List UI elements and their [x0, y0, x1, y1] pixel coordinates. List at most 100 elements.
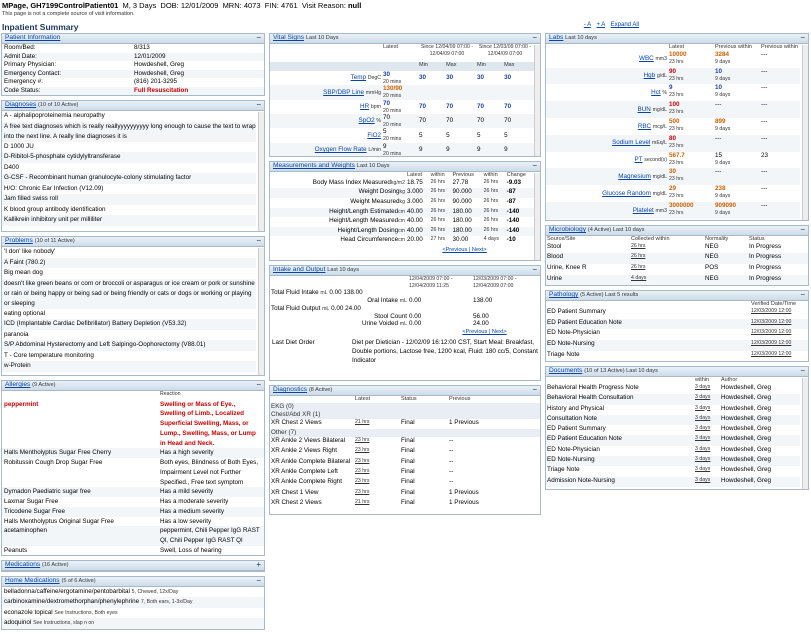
home-med-item[interactable]: carbinoxamine/dextromethorphan/phenyleph… [2, 597, 264, 608]
lab-name-link[interactable]: Sodium Level [612, 139, 650, 146]
section-title[interactable]: Patient Information [5, 34, 60, 41]
micro-collected[interactable]: 26 hrs [630, 243, 704, 254]
section-title[interactable]: Vital Signs [273, 34, 304, 41]
home-med-item[interactable]: econazole topical See Instructions, Both… [2, 608, 264, 618]
pathology-row[interactable]: ED Patient Education Note 12/03/2009 12:0… [546, 318, 808, 330]
lab-name-link[interactable]: Magnesium [618, 173, 651, 180]
diagnostic-latest[interactable]: 23 hrs [354, 437, 400, 447]
collapse-icon[interactable]: − [532, 34, 537, 43]
section-title[interactable]: Pathology [549, 291, 578, 298]
diagnostic-latest[interactable]: 23 hrs [354, 468, 400, 478]
patient-info-header[interactable]: Patient Information − [2, 34, 264, 44]
collapse-icon[interactable]: − [256, 381, 261, 390]
vital-name-link[interactable]: HR [360, 103, 369, 110]
document-within[interactable]: 3 days [694, 477, 720, 487]
section-title[interactable]: Diagnostics [273, 386, 307, 393]
document-row[interactable]: ED Patient Summary 3 days Howdeshell, Greg [546, 425, 800, 435]
diagnosis-item[interactable]: D 1000 JU [2, 142, 256, 153]
allergy-row[interactable]: peppermint Swelling or Mass of Eye., Swel… [2, 400, 264, 449]
micro-collected[interactable]: 26 hrs [630, 253, 704, 264]
lab-name-link[interactable]: Hgb [644, 72, 656, 79]
collapse-icon[interactable]: − [256, 34, 261, 43]
expand-icon[interactable]: + [256, 561, 261, 570]
diagnosis-item[interactable]: A - alphalipoproteinemia neuropathy [2, 111, 256, 122]
scrollbar[interactable] [802, 45, 808, 220]
problem-item[interactable]: Big mean dog [2, 268, 256, 279]
diagnosis-item[interactable]: Jam filled swiss roll [2, 194, 256, 205]
micro-collected[interactable]: 26 hrs [630, 264, 704, 275]
pathology-row[interactable]: Triage Note 12/03/2009 12:00 [546, 351, 808, 362]
expand-all-link[interactable]: Expand All [611, 22, 639, 28]
vital-name-link[interactable]: FiO2 [367, 132, 381, 139]
section-title[interactable]: Allergies [5, 381, 30, 388]
diagnostic-latest[interactable]: 21 hrs [354, 419, 400, 429]
collapse-icon[interactable]: − [800, 34, 805, 43]
micro-row[interactable]: Blood 26 hrs NEG In Progress [546, 253, 808, 265]
diagnosis-item[interactable]: D400 [2, 163, 256, 174]
problem-item[interactable]: 'I don' like nobody' [2, 247, 256, 258]
diagnostic-latest[interactable]: 23 hrs [354, 458, 400, 468]
section-title[interactable]: Intake and Output [273, 266, 325, 273]
microbiology-header[interactable]: Microbiology (4 Active) Last 10 days − [546, 226, 808, 236]
diagnostic-group[interactable]: Other (7) [270, 428, 540, 437]
document-within[interactable]: 3 days [694, 435, 720, 445]
allergies-header[interactable]: Allergies (9 Active) − [2, 381, 264, 391]
vital-name-link[interactable]: SpO2 [359, 117, 375, 124]
diagnoses-header[interactable]: Diagnoses (10 of 10 Active) − [2, 101, 264, 111]
pathology-date[interactable]: 12/03/2009 12:00 [750, 329, 808, 340]
vital-name-link[interactable]: Temp [351, 74, 366, 81]
allergy-row[interactable]: Halls Mentholyptus Original Sugar Free Ha… [2, 517, 264, 527]
collapse-icon[interactable]: − [256, 577, 261, 586]
document-row[interactable]: Triage Note 3 days Howdeshell, Greg [546, 466, 800, 476]
lab-name-link[interactable]: Platelet [633, 207, 654, 214]
lab-name-link[interactable]: RBC [638, 123, 651, 130]
lab-name-link[interactable]: Glucose Random [602, 190, 651, 197]
section-title[interactable]: Labs [549, 34, 563, 41]
pathology-row[interactable]: ED Note-Nursing 12/03/2009 12:00 [546, 339, 808, 351]
diagnostic-row[interactable]: XR Ankle Complete Right 23 hrs Final -- [270, 478, 540, 488]
micro-collected[interactable]: 4 days [630, 275, 704, 286]
document-row[interactable]: ED Patient Education Note 3 days Howdeshel… [546, 435, 800, 446]
lab-name-link[interactable]: WBC [639, 55, 654, 62]
documents-header[interactable]: Documents (10 of 13 Active) Last 10 days… [546, 367, 808, 378]
diagnostic-latest[interactable]: 23 hrs [354, 447, 400, 457]
pathology-header[interactable]: Pathology (5 Active) Last 5 results − [546, 291, 808, 302]
problem-item[interactable]: S/P Abdominal Hysterectomy and Left Salp… [2, 340, 256, 351]
lab-name-link[interactable]: BUN [638, 106, 651, 113]
allergy-row[interactable]: acetaminophen peppermint, Chili Pepper Ig… [2, 526, 264, 546]
diagnostic-row[interactable]: XR Ankle 2 Views Right 23 hrs Final -- [270, 447, 540, 457]
allergy-row[interactable]: Dymadon Paediatric sugar free Has a mild … [2, 487, 264, 497]
scrollbar[interactable] [534, 45, 540, 156]
collapse-icon[interactable]: − [532, 386, 537, 395]
diagnostic-row[interactable]: XR Ankle Complete Bilateral 23 hrs Final -- [270, 458, 540, 468]
collapse-icon[interactable]: − [256, 237, 261, 246]
diagnostic-row[interactable]: XR Ankle Complete Left 23 hrs Final -- [270, 468, 540, 478]
collapse-icon[interactable]: − [800, 367, 805, 376]
diagnostic-latest[interactable]: 21 hrs [354, 499, 400, 509]
medications-header[interactable]: Medications (16 Active) + [2, 561, 264, 571]
document-within[interactable]: 3 days [694, 415, 720, 425]
home-med-item[interactable]: adoquinol See Instructions, slap n on [2, 618, 264, 629]
diagnosis-item[interactable]: H/O: Chronic Ear Infection (V12.09) [2, 184, 256, 195]
section-title[interactable]: Measurements and Weights [273, 162, 355, 169]
diagnosis-item[interactable]: K blood group antibody identification [2, 205, 256, 216]
document-row[interactable]: ED Note-Nursing 3 days Howdeshell, Greg [546, 456, 800, 467]
micro-row[interactable]: Stool 26 hrs NEG In Progress [546, 243, 808, 254]
micro-row[interactable]: Urine, Knee R 26 hrs POS In Progress [546, 264, 808, 275]
decrease-font-link[interactable]: - A [584, 22, 591, 28]
scrollbar[interactable] [802, 378, 808, 490]
pathology-date[interactable]: 12/03/2009 12:00 [750, 308, 808, 319]
labs-header[interactable]: Labs Last 10 days − [546, 34, 808, 44]
problem-item[interactable]: A Faint (780.2) [2, 257, 256, 268]
document-within[interactable]: 3 days [694, 456, 720, 466]
section-title[interactable]: Medications [5, 561, 40, 568]
diagnosis-item[interactable]: D-Ribitol-5-phosphate cytidylyltransfera… [2, 152, 256, 163]
document-row[interactable]: Behavioral Health Progress Note 3 days How… [546, 384, 800, 394]
diagnostic-latest[interactable]: 23 hrs [354, 478, 400, 488]
allergy-row[interactable]: Robitussin Cough Drop Sugar Free Both eye… [2, 458, 264, 487]
diagnosis-item[interactable]: G-CSF - Recombinant human granulocyte-co… [2, 173, 256, 184]
vital-name-link[interactable]: Oxygen Flow Rate [315, 146, 367, 153]
section-title[interactable]: Home Medications [5, 577, 60, 584]
home-med-item[interactable]: belladonna/caffeine/ergotamine/pentobarb… [2, 587, 264, 597]
allergy-row[interactable]: Peanuts Swell, Loss of hearing [2, 546, 264, 555]
